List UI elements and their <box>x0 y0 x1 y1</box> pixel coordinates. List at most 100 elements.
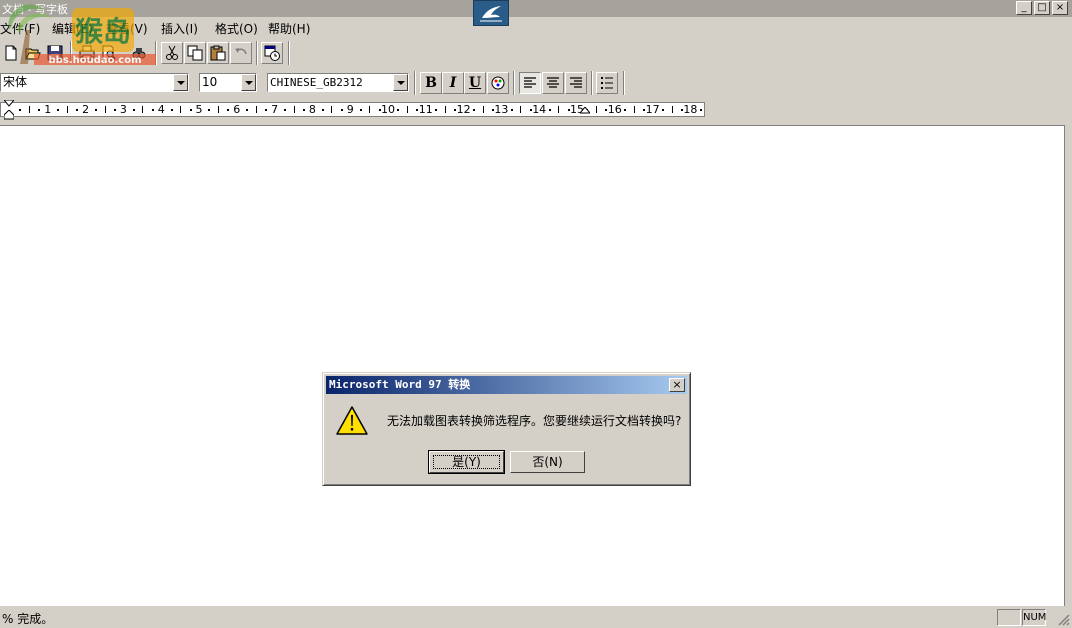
font-name-value: 宋体 <box>3 75 28 89</box>
menu-bar: 文件(F) 编辑(E) 查看(V) 插入(I) 格式(O) 帮助(H) <box>0 17 1072 37</box>
close-button[interactable]: × <box>1052 1 1068 15</box>
date-time-icon[interactable] <box>261 42 283 64</box>
format-toolbar: 宋体 10 CHINESE_GB2312 B I U <box>0 69 1072 97</box>
italic-button[interactable]: I <box>442 72 464 94</box>
chevron-down-icon[interactable] <box>173 74 188 91</box>
ruler-half-tick <box>444 106 446 113</box>
toolbar-separator <box>513 71 515 95</box>
toolbar-separator <box>591 71 593 95</box>
ruler-dot <box>95 109 98 111</box>
ruler-half-tick <box>217 106 219 113</box>
ruler-dot <box>359 109 362 111</box>
ruler-number: 11 <box>418 103 433 116</box>
ruler-dot <box>265 109 268 111</box>
dialog-title-bar: Microsoft Word 97 转换 × <box>326 376 687 394</box>
title-bar: 文档 - 写字板 _ □ × <box>0 0 1072 17</box>
ruler-dot <box>170 109 173 111</box>
svg-text:bbs.houdao.com: bbs.houdao.com <box>49 55 142 66</box>
bold-button[interactable]: B <box>420 72 442 94</box>
color-icon[interactable] <box>487 72 509 94</box>
ruler-dot <box>57 109 60 111</box>
ruler-dot <box>397 109 400 111</box>
yes-button[interactable]: 是(Y) <box>428 450 505 474</box>
standard-toolbar <box>0 39 1072 67</box>
menu-format[interactable]: 格式(O) <box>215 20 258 37</box>
ruler-area: 1 2 3 4 5 6 7 8 9 10 11 12 13 14 15 16 17 18 <box>0 99 1072 121</box>
script-combo[interactable]: CHINESE_GB2312 <box>267 73 409 92</box>
menu-insert[interactable]: 插入(I) <box>161 20 198 37</box>
toolbar-separator <box>414 71 416 95</box>
no-button[interactable]: 否(N) <box>510 451 585 473</box>
align-left-icon[interactable] <box>519 72 541 94</box>
status-bar: % 完成。 NUM <box>0 606 1072 628</box>
status-text: % 完成。 <box>2 612 54 626</box>
ruler-dot <box>132 109 135 111</box>
document-area[interactable] <box>0 125 1064 606</box>
chevron-down-icon[interactable] <box>241 74 256 91</box>
ruler-half-tick <box>369 106 371 113</box>
underline-button[interactable]: U <box>464 72 486 94</box>
ruler-dot <box>435 109 438 111</box>
align-center-icon[interactable] <box>542 72 564 94</box>
ruler-number: 2 <box>82 103 90 116</box>
left-indent-icon[interactable] <box>4 110 14 120</box>
ruler-half-tick <box>104 106 106 113</box>
font-size-combo[interactable]: 10 <box>199 73 257 92</box>
copy-icon[interactable] <box>184 42 206 64</box>
font-name-combo[interactable]: 宋体 <box>0 73 189 92</box>
resize-grip-icon[interactable] <box>1056 612 1070 626</box>
toolbar-separator <box>256 41 258 65</box>
ruler-half-tick <box>293 106 295 113</box>
ruler-dot <box>227 109 230 111</box>
ruler-dot <box>662 109 665 111</box>
ruler[interactable]: 1 2 3 4 5 6 7 8 9 10 11 12 13 14 15 16 17 18 <box>0 102 705 117</box>
script-value: CHINESE_GB2312 <box>270 76 363 89</box>
ruler-half-tick <box>255 106 257 113</box>
first-line-indent-icon[interactable] <box>4 100 14 110</box>
ruler-dot <box>699 109 702 111</box>
ruler-number: 4 <box>157 103 165 116</box>
ruler-half-tick <box>482 106 484 113</box>
ruler-half-tick <box>671 106 673 113</box>
chevron-down-icon[interactable] <box>393 74 408 91</box>
ruler-half-tick <box>180 106 182 113</box>
ruler-half-tick <box>66 106 68 113</box>
maximize-button[interactable]: □ <box>1034 1 1050 15</box>
align-right-icon[interactable] <box>565 72 587 94</box>
ruler-half-tick <box>406 106 408 113</box>
svg-text:猴岛: 猴岛 <box>75 15 131 48</box>
yes-button-label: 是(Y) <box>452 455 481 469</box>
menu-help[interactable]: 帮助(H) <box>268 20 310 37</box>
font-size-value: 10 <box>202 75 218 89</box>
ruler-number: 3 <box>119 103 127 116</box>
ruler-dot <box>302 109 305 111</box>
paste-icon[interactable] <box>207 42 229 64</box>
undo-icon[interactable] <box>230 42 252 64</box>
right-indent-icon[interactable] <box>580 107 590 117</box>
no-button-label: 否(N) <box>532 455 563 469</box>
ruler-half-tick <box>558 106 560 113</box>
ruler-dot <box>284 109 287 111</box>
ruler-number: 13 <box>494 103 509 116</box>
ruler-half-tick <box>595 106 597 113</box>
cut-icon[interactable] <box>161 42 183 64</box>
bullets-icon[interactable] <box>596 72 618 94</box>
ruler-number: 9 <box>346 103 354 116</box>
conversion-dialog: Microsoft Word 97 转换 × 无法加载图表转换筛选程序。您要继续… <box>322 372 691 486</box>
ruler-dot <box>340 109 343 111</box>
bird-logo-icon <box>473 0 509 26</box>
ruler-dot <box>246 109 249 111</box>
ruler-dot <box>510 109 513 111</box>
ruler-number: 14 <box>532 103 547 116</box>
dialog-message: 无法加载图表转换筛选程序。您要继续运行文档转换吗? <box>387 414 682 428</box>
minimize-button[interactable]: _ <box>1016 1 1032 15</box>
ruler-dot <box>624 109 627 111</box>
ruler-dot <box>189 109 192 111</box>
ruler-number: 17 <box>645 103 660 116</box>
ruler-number: 7 <box>271 103 279 116</box>
status-panel-empty <box>997 609 1021 626</box>
ruler-half-tick <box>331 106 333 113</box>
window-controls: _ □ × <box>1016 1 1068 15</box>
dialog-close-button[interactable]: × <box>669 378 685 392</box>
dialog-title: Microsoft Word 97 转换 <box>329 378 471 391</box>
